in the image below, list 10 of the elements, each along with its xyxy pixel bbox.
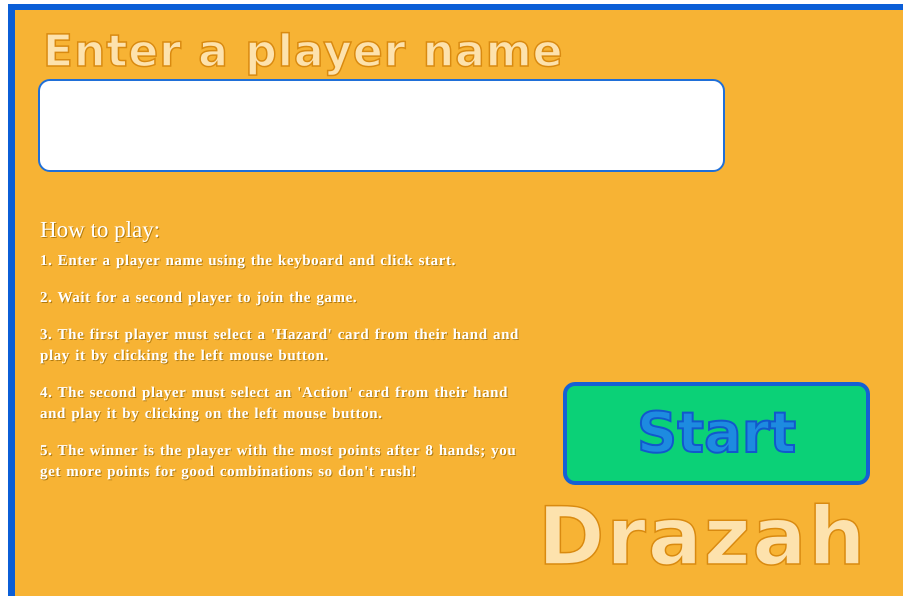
instruction-step: 5. The winner is the player with the most points after 8 hands; you get more points for good combinations so don't rush! bbox=[40, 441, 538, 483]
game-logo: Drazah bbox=[538, 495, 868, 579]
start-button[interactable]: Start bbox=[563, 382, 870, 485]
instruction-step: 1. Enter a player name using the keyboard and click start. bbox=[40, 251, 538, 272]
name-input-field[interactable] bbox=[38, 79, 725, 172]
heading: Enter a player name bbox=[43, 25, 564, 76]
instructions-title: How to play: bbox=[40, 217, 160, 243]
instruction-step: 2. Wait for a second player to join the game. bbox=[40, 288, 538, 309]
instruction-step: 3. The first player must select a 'Hazard' card from their hand and play it by clicking the left mouse button. bbox=[40, 325, 538, 367]
instruction-step: 4. The second player must select an 'Action' card from their hand and play it by clicking on the left mouse button. bbox=[40, 383, 538, 425]
